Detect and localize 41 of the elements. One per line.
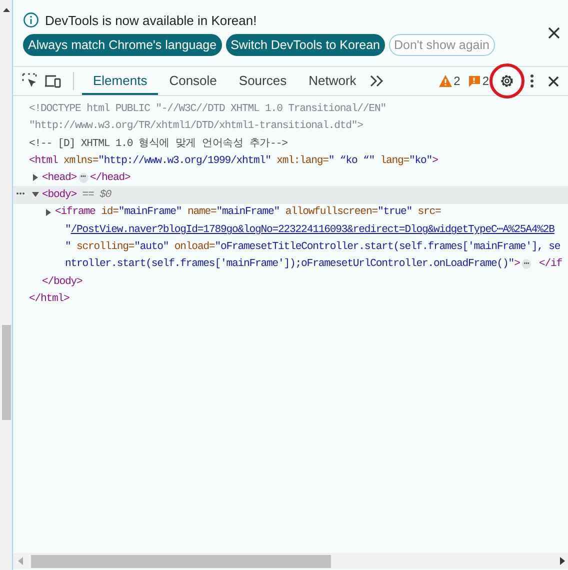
expand-arrow-icon[interactable] [32,191,39,198]
more-icon[interactable] [16,192,25,196]
warning-icon [438,75,452,87]
code-text: </if [538,258,562,270]
issues-counter[interactable]: 2 [464,74,493,88]
infobar-button[interactable]: Switch DevTools to Korean [226,34,385,56]
scrollbar-thumb[interactable] [31,554,331,568]
code-text: </body> [42,276,82,288]
code-text: "/PostView.naver?blogId=1789go&logNo=223224116093&redirect=Dlog&widgetTypeC⋯A%25A4%2B [65,223,554,236]
code-text: <html xmlns="http://www.w3.org/1999/xhtml" xml:lang=" “ko “" lang="ko"> [29,154,438,167]
scroll-up-icon[interactable] [3,8,10,12]
infobar-message: DevTools is now available in Korean! [45,12,257,28]
code-text: ntroller.start(self.frames['mainFrame']);oFramesetUrlController.onLoadFrame()"> [65,258,520,270]
code-text: <iframe id="mainFrame" name="mainFrame" allowfullscreen="true" src= [55,206,441,218]
code-text: </html> [29,292,70,305]
code-text: <!-- [D] XHTML 1.0 형식에 맞게 언어속성 추가--> [29,137,288,150]
page-scrollbar[interactable] [0,0,12,570]
code-text: <body> == $0 [42,189,112,202]
warnings-counter[interactable]: 2 [434,74,464,88]
panel-tab[interactable]: Elements [82,67,158,95]
code-text: " scrolling="auto" onload="oFramesetTitleController.start(self.frames['mainFrame'], se [65,241,560,254]
panel-tab[interactable]: Network [298,67,368,95]
ellipsis-button[interactable]: ⋯ [78,172,88,183]
ellipsis-button[interactable]: ⋯ [522,259,532,270]
scrollbar-thumb[interactable] [2,325,11,420]
highlight-circle [489,63,525,99]
expand-arrow-icon[interactable] [32,174,39,182]
code-text: <!DOCTYPE html PUBLIC "-//W3C//DTD XHTML 1.0 Transitional//EN" [29,102,386,115]
code-text: </head> [90,172,130,184]
infobar-button[interactable]: Always match Chrome's language [23,34,222,56]
issue-icon [468,75,480,87]
code-text: "http://www.w3.org/TR/xhtml1/DTD/xhtml1-transitional.dtd"> [29,120,363,132]
close-icon[interactable] [548,27,560,39]
info-icon [23,12,39,28]
scroll-right-icon[interactable] [558,557,566,565]
url-link[interactable]: /PostView.naver?blogId=1789go&logNo=223224116093&redirect=Dlog&widgetTypeC⋯A%25A4%2B [70,224,554,236]
horizontal-scrollbar[interactable] [13,553,568,569]
panel-tab[interactable]: Console [158,67,228,95]
panel-tab[interactable]: Sources [228,67,298,95]
expand-arrow-icon[interactable] [45,208,52,216]
code-text: <head> [42,172,77,184]
